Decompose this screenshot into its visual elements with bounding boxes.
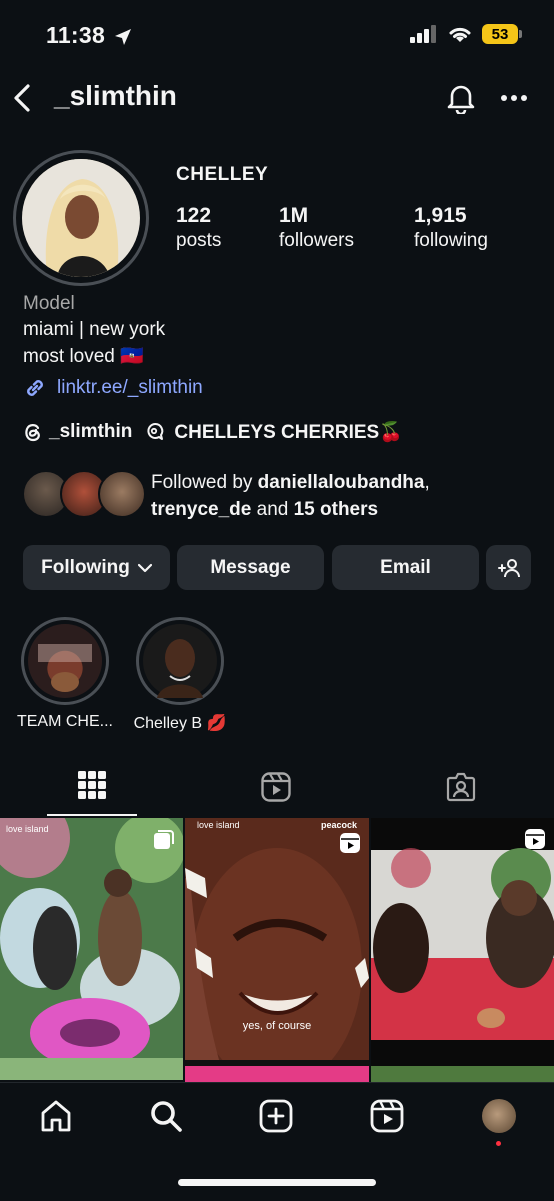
posts-count: 122 bbox=[176, 204, 212, 227]
highlight-label: Chelley B 💋 bbox=[133, 715, 227, 732]
profile-photo bbox=[22, 159, 140, 277]
tagged-tab-icon[interactable] bbox=[446, 772, 476, 802]
suggested-users-button[interactable] bbox=[486, 545, 531, 590]
post-thumbnail[interactable]: love island peacock yes, of course bbox=[185, 818, 369, 1080]
post-brand: peacock bbox=[320, 820, 357, 830]
link-icon bbox=[27, 380, 43, 396]
followers-label: followers bbox=[279, 230, 354, 251]
story-highlight[interactable] bbox=[136, 617, 224, 705]
battery-indicator: 53 bbox=[482, 24, 522, 44]
reel-icon bbox=[525, 829, 545, 849]
active-tab-indicator bbox=[47, 814, 137, 816]
reels-tab-icon[interactable] bbox=[261, 772, 291, 802]
posts-stat[interactable]: 122 posts bbox=[176, 204, 221, 252]
threads-icon bbox=[25, 424, 40, 442]
followed-by-and: and bbox=[251, 499, 294, 520]
bio-line: most loved 🇭🇹 bbox=[23, 346, 144, 367]
story-highlight[interactable] bbox=[21, 617, 109, 705]
post-thumbnail[interactable] bbox=[185, 1066, 369, 1082]
cellular-signal-icon bbox=[410, 25, 436, 43]
location-arrow-icon bbox=[115, 29, 131, 45]
status-time: 11:38 bbox=[46, 22, 106, 48]
following-button-label: Following bbox=[41, 556, 130, 578]
highlight-cover bbox=[143, 624, 217, 698]
reel-icon bbox=[340, 833, 360, 853]
mutual-username: daniellaloubandha bbox=[257, 472, 425, 493]
bio-line: miami | new york bbox=[23, 319, 166, 340]
mutual-followers-avatars[interactable] bbox=[22, 470, 146, 518]
email-button[interactable]: Email bbox=[332, 545, 479, 590]
carousel-icon bbox=[154, 830, 174, 849]
post-thumbnail[interactable] bbox=[371, 818, 554, 1080]
create-post-icon[interactable] bbox=[259, 1099, 293, 1133]
home-icon[interactable] bbox=[39, 1099, 73, 1133]
followers-count: 1M bbox=[279, 204, 309, 227]
more-options-icon[interactable] bbox=[501, 94, 527, 102]
profile-avatar[interactable] bbox=[13, 150, 149, 286]
profile-category: Model bbox=[23, 293, 75, 314]
notification-dot bbox=[496, 1141, 501, 1146]
search-icon[interactable] bbox=[149, 1099, 183, 1133]
mutual-username: trenyce_de bbox=[151, 499, 252, 520]
following-count: 1,915 bbox=[414, 204, 467, 227]
post-watermark: love island bbox=[197, 820, 240, 830]
post-watermark: love island bbox=[6, 824, 49, 834]
email-button-label: Email bbox=[380, 556, 431, 578]
post-caption: yes, of course bbox=[242, 1020, 312, 1032]
highlight-cover bbox=[28, 624, 102, 698]
home-indicator bbox=[178, 1179, 376, 1186]
avatar bbox=[98, 470, 146, 518]
status-icons: 53 bbox=[410, 24, 522, 44]
followed-by-text[interactable]: Followed by daniellaloubandha, trenyce_de… bbox=[151, 469, 531, 523]
separator: , bbox=[424, 472, 430, 493]
channel-name: CHELLEYS CHERRIES🍒 bbox=[174, 422, 403, 443]
reels-icon[interactable] bbox=[370, 1099, 404, 1133]
wifi-icon bbox=[449, 27, 471, 42]
display-name: CHELLEY bbox=[176, 164, 269, 185]
bio-link[interactable]: linktr.ee/_slimthin bbox=[23, 376, 203, 400]
threads-row: _slimthin CHELLEYS CHERRIES🍒 bbox=[23, 420, 403, 444]
posts-label: posts bbox=[176, 230, 222, 251]
threads-badge[interactable]: _slimthin bbox=[23, 421, 132, 443]
followers-stat[interactable]: 1M followers bbox=[279, 204, 354, 252]
bio-link-text: linktr.ee/_slimthin bbox=[57, 377, 203, 398]
highlight-label: TEAM CHE... bbox=[16, 713, 113, 730]
post-thumbnail[interactable]: love island bbox=[0, 818, 183, 1080]
followed-by-prefix: Followed by bbox=[151, 472, 258, 493]
broadcast-channel-icon bbox=[147, 423, 164, 440]
post-thumbnail[interactable] bbox=[371, 1066, 554, 1082]
following-stat[interactable]: 1,915 following bbox=[414, 204, 488, 252]
threads-handle: _slimthin bbox=[49, 421, 133, 442]
mutual-others: 15 others bbox=[293, 499, 379, 520]
profile-tab-avatar[interactable] bbox=[482, 1099, 516, 1133]
chevron-down-icon bbox=[137, 563, 152, 572]
following-button[interactable]: Following bbox=[23, 545, 170, 590]
add-person-icon bbox=[497, 558, 520, 577]
grid-tab-icon[interactable] bbox=[78, 771, 106, 799]
notification-bell-icon[interactable] bbox=[446, 82, 476, 114]
profile-username: _slimthin bbox=[54, 80, 177, 111]
following-label: following bbox=[414, 230, 488, 251]
back-arrow-icon[interactable] bbox=[10, 84, 34, 112]
message-button-label: Message bbox=[210, 556, 291, 578]
broadcast-channel[interactable]: CHELLEYS CHERRIES🍒 bbox=[146, 420, 403, 444]
message-button[interactable]: Message bbox=[177, 545, 324, 590]
